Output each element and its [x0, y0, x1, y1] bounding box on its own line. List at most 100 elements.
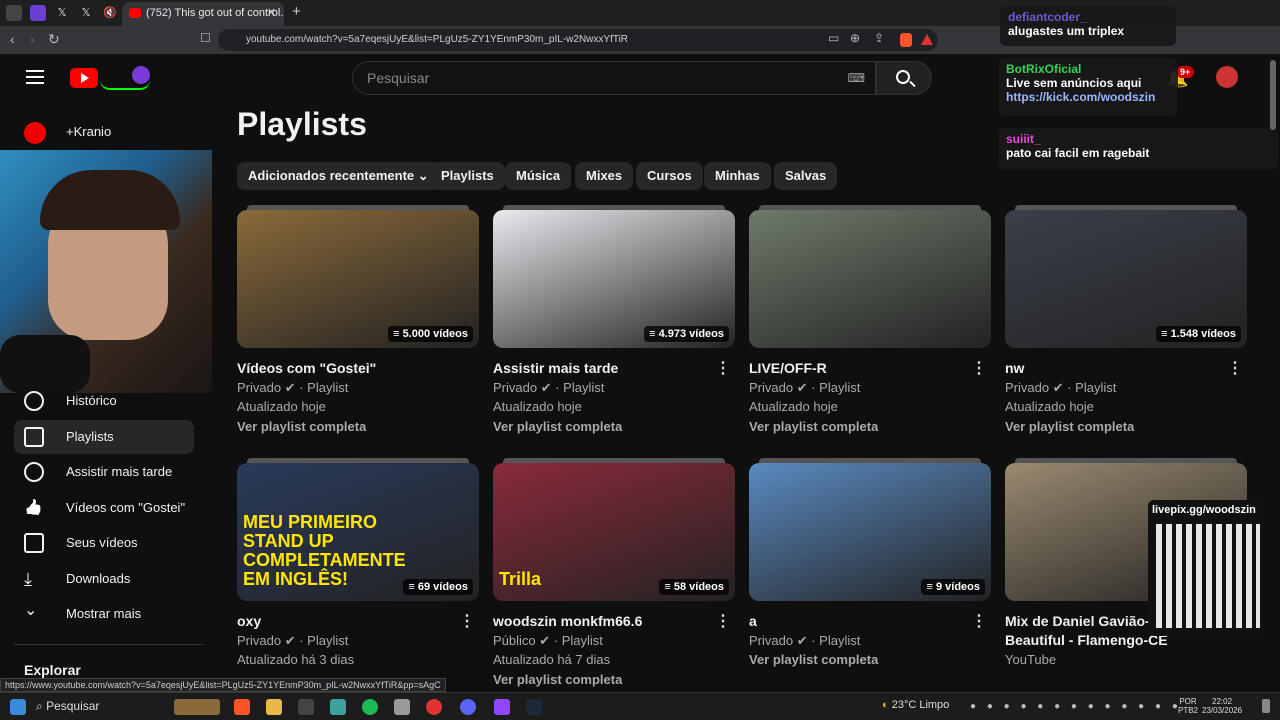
scrollbar-thumb[interactable] [1270, 60, 1276, 130]
more-options-icon[interactable]: ⋮ [971, 358, 987, 378]
chip-1[interactable]: Playlists [430, 162, 505, 190]
playlist-thumbnail[interactable]: ≡ 9 vídeos [749, 463, 991, 601]
playlist-title[interactable]: Assistir mais tarde [493, 360, 618, 376]
chip-0[interactable]: Adicionados recentemente ⌄ [237, 162, 440, 190]
search-icon [896, 70, 910, 84]
tray-icons[interactable]: ● ● ● ● ● ● ● ● ● ● ● ● ● [970, 701, 1182, 712]
reload-icon[interactable]: ↻ [48, 31, 60, 48]
playlist-thumbnail[interactable]: ≡ 4.973 vídeos [493, 210, 735, 348]
history-icon [24, 391, 44, 411]
twitch-tab-icon[interactable] [30, 5, 46, 21]
playlist-updated: Atualizado hoje [749, 399, 838, 414]
forward-icon[interactable]: › [30, 31, 35, 47]
video-count: ≡ 69 vídeos [403, 579, 473, 595]
chip-4[interactable]: Cursos [636, 162, 703, 190]
close-tab-icon[interactable]: ✕ [267, 2, 276, 24]
taskbar-search[interactable]: ⌕ Pesquisar [36, 699, 99, 714]
brave-taskbar-icon[interactable] [234, 699, 250, 715]
discord-taskbar-icon[interactable] [460, 699, 476, 715]
video-count: ≡ 9 vídeos [921, 579, 985, 595]
brave-shield-icon[interactable] [900, 33, 912, 47]
sidebar-item-mostrar-mais[interactable]: ⌄ Mostrar mais [14, 597, 194, 631]
channel-avatar[interactable] [24, 122, 46, 144]
muted-tab-icon[interactable]: 🔇 [102, 5, 118, 21]
app-taskbar-icon-3[interactable] [394, 699, 410, 715]
playlist-thumbnail[interactable]: ≡ 5.000 vídeos [237, 210, 479, 348]
sidebar-item-playlists[interactable]: Playlists [14, 420, 194, 454]
cast-icon[interactable]: ▭ [828, 31, 839, 45]
steam-taskbar-icon[interactable] [526, 699, 542, 715]
playlist-thumbnail[interactable]: Trilla ≡ 58 vídeos [493, 463, 735, 601]
search-input[interactable]: Pesquisar ⌨ [352, 61, 876, 95]
back-icon[interactable]: ‹ [10, 31, 15, 47]
playlist-thumbnail[interactable]: MEU PRIMEIRO STAND UP COMPLETAMENTE EM I… [237, 463, 479, 601]
chip-2[interactable]: Música [505, 162, 572, 190]
twitch-taskbar-icon[interactable] [494, 699, 510, 715]
view-full-playlist-link[interactable]: Ver playlist completa [1005, 419, 1134, 434]
bookmark-icon[interactable]: ☐ [200, 31, 211, 45]
zoom-icon[interactable]: ⊕ [850, 31, 860, 45]
app-taskbar-icon-2[interactable] [330, 699, 346, 715]
view-full-playlist-link[interactable]: Ver playlist completa [749, 419, 878, 434]
more-options-icon[interactable]: ⋮ [971, 611, 987, 631]
x-tab-icon[interactable]: 𝕏 [54, 5, 70, 21]
menu-icon[interactable] [26, 70, 44, 84]
chip-6[interactable]: Salvas [774, 162, 838, 190]
doodle-logo[interactable] [100, 66, 150, 90]
playlist-title[interactable]: LIVE/OFF-R [749, 360, 827, 376]
view-full-playlist-link[interactable]: Ver playlist completa [493, 419, 622, 434]
view-full-playlist-link[interactable]: Ver playlist completa [237, 419, 366, 434]
sidebar-item-downloads[interactable]: ⤓ Downloads [14, 562, 194, 596]
playlist-title-line2[interactable]: Beautiful - Flamengo-CE [1005, 632, 1168, 648]
language-indicator[interactable]: POR PTB2 [1178, 697, 1198, 715]
new-tab-button[interactable]: + [292, 3, 301, 20]
sidebar-item-vídeos-com-gostei[interactable]: 👍 Vídeos com "Gostei" [14, 491, 194, 525]
youtube-logo[interactable] [70, 68, 98, 88]
keyboard-icon[interactable]: ⌨ [848, 62, 865, 94]
spotify-taskbar-icon[interactable] [362, 699, 378, 715]
search-button[interactable] [876, 61, 932, 95]
sidebar-item-label: Mostrar mais [66, 606, 142, 621]
playlist-title[interactable]: oxy [237, 613, 261, 629]
check-icon: ✔ [284, 633, 296, 648]
rewards-icon[interactable] [921, 34, 933, 45]
view-full-playlist-link[interactable]: Ver playlist completa [493, 672, 622, 687]
x-tab-icon-2[interactable]: 𝕏 [78, 5, 94, 21]
chip-3[interactable]: Mixes [575, 162, 634, 190]
avatar[interactable] [1216, 66, 1238, 88]
webcam-overlay [0, 150, 212, 393]
more-options-icon[interactable]: ⋮ [715, 358, 731, 378]
chevron-down-icon: ⌄ [414, 168, 429, 183]
sidebar-channel-kranio[interactable]: +Kranio [66, 124, 111, 139]
playlist-title[interactable]: Vídeos com "Gostei" [237, 360, 376, 376]
active-tab[interactable]: (752) This got out of control. - Y ✕ [122, 2, 284, 26]
chat-message-3: suiiit_ pato cai facil em ragebait [998, 128, 1278, 170]
playlist-thumbnail[interactable]: ≡ 1.548 vídeos [1005, 210, 1247, 348]
playlist-updated: Atualizado há 7 dias [493, 652, 611, 667]
playlist-title[interactable]: woodszin monkfm66.6 [493, 613, 642, 629]
sidebar-item-histórico[interactable]: Histórico [14, 384, 194, 418]
playlist-title[interactable]: a [749, 613, 757, 629]
notification-center-icon[interactable] [1262, 699, 1270, 713]
chip-5[interactable]: Minhas [704, 162, 771, 190]
sidebar-item-label: Assistir mais tarde [66, 464, 173, 479]
playlist-title[interactable]: nw [1005, 360, 1024, 376]
sidebar-item-seus-vídeos[interactable]: Seus vídeos [14, 526, 194, 560]
more-options-icon[interactable]: ⋮ [1227, 358, 1243, 378]
app-taskbar-icon[interactable] [298, 699, 314, 715]
view-full-playlist-link[interactable]: Ver playlist completa [749, 652, 878, 667]
weather-widget[interactable]: ◐ 23°C Limpo [882, 699, 949, 711]
clock[interactable]: 22:02 23/03/2026 [1202, 697, 1242, 715]
obs-taskbar-icon[interactable] [426, 699, 442, 715]
chevron-down-icon: ⌄ [24, 602, 38, 619]
playlist-thumbnail[interactable] [749, 210, 991, 348]
sidebar-item-assistir-mais-tarde[interactable]: Assistir mais tarde [14, 455, 194, 489]
playlist-title[interactable]: Mix de Daniel Gavião-Y [1005, 613, 1159, 629]
share-icon[interactable]: ⇪ [874, 31, 884, 45]
browser-tab-icon[interactable] [6, 5, 22, 21]
windows-start-icon[interactable] [10, 699, 26, 715]
more-options-icon[interactable]: ⋮ [459, 611, 475, 631]
explorer-taskbar-icon[interactable] [266, 699, 282, 715]
more-options-icon[interactable]: ⋮ [715, 611, 731, 631]
playlist-meta: Privado ✔ · Playlist [493, 380, 605, 395]
